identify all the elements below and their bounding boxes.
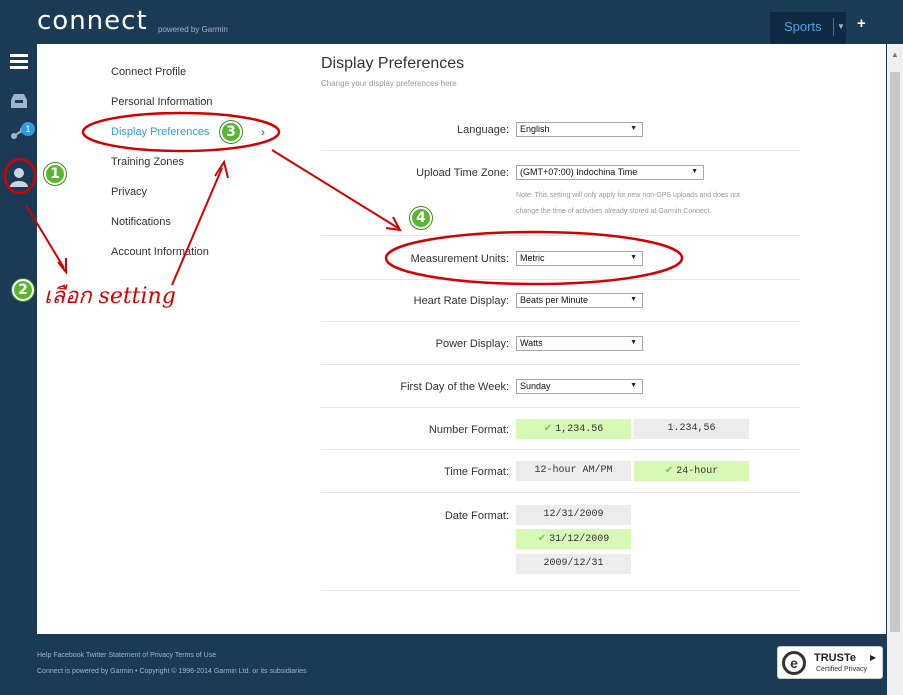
page-title: Display Preferences — [321, 55, 465, 72]
time-format-label: Time Format: — [444, 466, 509, 478]
first-day-select[interactable]: Sunday ▼ — [516, 379, 643, 394]
chevron-right-icon: › — [261, 125, 265, 139]
dropdown-arrow-icon: ▼ — [630, 382, 637, 389]
step-badge: 1 — [44, 163, 66, 185]
timezone-note: Note: This setting will only apply for n… — [516, 192, 740, 199]
notification-badge: 1 — [21, 122, 35, 136]
first-day-value: Sunday — [520, 381, 551, 391]
logo-tagline: powered by Garmin — [158, 25, 228, 34]
measurement-units-value: Metric — [520, 253, 545, 263]
step-badge: 3 — [220, 121, 242, 143]
number-format-label: Number Format: — [428, 424, 509, 436]
truste-name: TRUSTe — [814, 652, 856, 664]
top-bar: connect powered by Garmin Sports ▼ + — [0, 0, 903, 44]
language-select[interactable]: English ▼ — [516, 122, 643, 137]
truste-tagline: Certified Privacy — [816, 666, 867, 673]
add-button[interactable]: + — [857, 15, 866, 32]
language-value: English — [520, 124, 550, 134]
row-divider — [321, 321, 800, 322]
timezone-select[interactable]: (GMT+07:00) Indochina Time ▼ — [516, 165, 704, 180]
menu-item-account-information[interactable]: Account Information — [111, 246, 209, 258]
menu-item-privacy[interactable]: Privacy — [111, 186, 147, 198]
dropdown-arrow-icon: ▼ — [630, 125, 637, 132]
dropdown-arrow-icon: ▼ — [630, 254, 637, 261]
row-divider — [321, 150, 800, 151]
dropdown-arrow-icon: ▼ — [630, 296, 637, 303]
measurement-units-label: Measurement Units: — [410, 253, 509, 265]
option-label: 2009/12/31 — [543, 558, 604, 569]
number-format-option[interactable]: ✔ 1,234.56 — [516, 419, 631, 439]
left-nav: 1 — [0, 44, 37, 634]
timezone-value: (GMT+07:00) Indochina Time — [520, 167, 638, 177]
timezone-label: Upload Time Zone: — [416, 167, 509, 179]
chevron-down-icon[interactable]: ▼ — [837, 22, 845, 31]
page-subtitle: Change your display preferences here — [321, 79, 457, 88]
sports-menu-button[interactable]: Sports — [770, 12, 846, 44]
row-divider — [321, 407, 800, 408]
power-display-select[interactable]: Watts ▼ — [516, 336, 643, 351]
measurement-units-select[interactable]: Metric ▼ — [516, 251, 643, 266]
checkmark-icon: ✔ — [543, 423, 553, 434]
date-format-label: Date Format: — [444, 510, 509, 522]
row-divider — [321, 364, 800, 365]
truste-seal[interactable]: e TRUSTe ▶ Certified Privacy — [777, 646, 883, 679]
option-label: 24-hour — [676, 466, 719, 477]
option-label: 1,234.56 — [555, 424, 604, 435]
step-badge: 2 — [12, 279, 34, 301]
row-divider — [321, 235, 800, 236]
menu-item-personal-information[interactable]: Personal Information — [111, 96, 213, 108]
option-label: 12-hour AM/PM — [534, 465, 613, 476]
number-format-option[interactable]: 1.234,56 — [634, 419, 749, 439]
scrollbar-thumb[interactable] — [890, 72, 900, 632]
option-label: 12/31/2009 — [543, 509, 604, 520]
option-label: 1.234,56 — [667, 423, 716, 434]
truste-logo-icon: e — [782, 651, 806, 675]
option-label: 31/12/2009 — [549, 534, 610, 545]
divider — [833, 18, 834, 36]
checkmark-icon: ✔ — [664, 465, 674, 476]
step-badge: 4 — [410, 207, 432, 229]
menu-item-notifications[interactable]: Notifications — [111, 216, 171, 228]
menu-item-display-preferences[interactable]: Display Preferences — [111, 126, 209, 138]
date-format-option[interactable]: ✔ 31/12/2009 — [516, 529, 631, 549]
time-format-option[interactable]: 12-hour AM/PM — [516, 461, 631, 481]
row-divider — [321, 492, 800, 493]
handwritten-note: เลือก setting — [44, 284, 176, 309]
dropdown-arrow-icon: ▼ — [630, 339, 637, 346]
menu-item-connect-profile[interactable]: Connect Profile — [111, 66, 186, 78]
scroll-up-icon[interactable]: ▲ — [891, 50, 899, 59]
row-divider — [321, 279, 800, 280]
timezone-note: change the time of activities already st… — [516, 208, 712, 215]
heart-rate-value: Beats per Minute — [520, 295, 589, 305]
first-day-label: First Day of the Week: — [400, 381, 509, 393]
power-display-label: Power Display: — [435, 338, 509, 350]
heart-rate-select[interactable]: Beats per Minute ▼ — [516, 293, 643, 308]
footer-copyright: Connect is powered by Garmin • Copyright… — [37, 668, 307, 675]
connect-logo[interactable]: connect — [37, 6, 148, 36]
dropdown-arrow-icon: ▼ — [691, 168, 698, 175]
menu-item-training-zones[interactable]: Training Zones — [111, 156, 184, 168]
row-divider — [321, 590, 800, 591]
time-format-option[interactable]: ✔ 24-hour — [634, 461, 749, 481]
language-label: Language: — [457, 124, 509, 136]
power-display-value: Watts — [520, 338, 543, 348]
inbox-icon[interactable] — [8, 92, 30, 115]
profile-icon[interactable] — [8, 166, 30, 193]
checkmark-icon: ✔ — [537, 533, 547, 544]
footer-links[interactable]: Help Facebook Twitter Statement of Priva… — [37, 652, 216, 659]
date-format-option[interactable]: 2009/12/31 — [516, 554, 631, 574]
heart-rate-label: Heart Rate Display: — [413, 295, 509, 307]
play-arrow-icon: ▶ — [870, 653, 877, 662]
date-format-option[interactable]: 12/31/2009 — [516, 505, 631, 525]
row-divider — [321, 449, 800, 450]
menu-icon[interactable] — [8, 52, 30, 75]
